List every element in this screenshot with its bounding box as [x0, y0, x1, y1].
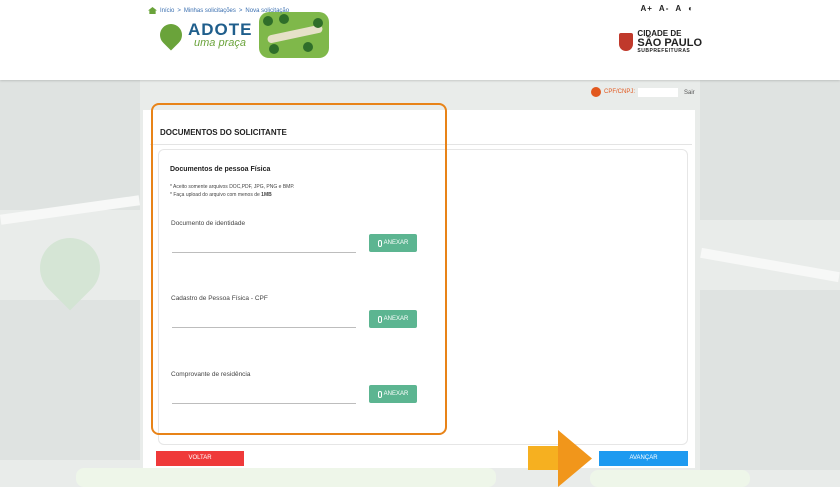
city-shield-icon [619, 33, 634, 51]
attach-residence-button[interactable]: ANEXAR [369, 385, 417, 403]
paperclip-icon [377, 390, 382, 398]
section-divider [150, 144, 692, 145]
cpf-document-field[interactable] [172, 327, 356, 328]
font-decrease-button[interactable]: A- [659, 4, 669, 13]
attach-cpf-button[interactable]: ANEXAR [369, 310, 417, 328]
identity-document-field[interactable] [172, 252, 356, 253]
residence-proof-label: Comprovante de residência [171, 371, 251, 378]
paperclip-icon [377, 315, 382, 323]
next-button[interactable]: AVANÇAR [599, 451, 688, 466]
documents-subtitle: Documentos de pessoa Física [170, 166, 271, 173]
identity-document-label: Documento de identidade [171, 220, 246, 227]
font-increase-button[interactable]: A+ [640, 4, 652, 13]
contrast-toggle-button[interactable]: ◐ [688, 4, 694, 13]
accessibility-controls: A+ A- A ◐ [640, 4, 694, 13]
user-cpf: CPF/CNPJ: [591, 87, 679, 97]
cpf-document-label: Cadastro de Pessoa Física - CPF [171, 295, 268, 302]
logo-subtitle: uma praça [194, 37, 246, 49]
residence-proof-field[interactable] [172, 403, 356, 404]
pointer-arrow-icon [528, 430, 592, 487]
user-lock-icon [591, 87, 601, 97]
breadcrumb-my-requests[interactable]: Minhas solicitações [184, 8, 236, 14]
section-title: DOCUMENTOS DO SOLICITANTE [160, 128, 287, 137]
breadcrumb-home[interactable]: Início [160, 8, 174, 14]
attach-identity-button[interactable]: ANEXAR [369, 234, 417, 252]
breadcrumb: Início > Minhas solicitações > Nova soli… [148, 7, 289, 14]
back-button[interactable]: VOLTAR [156, 451, 244, 466]
logo-title: ADOTE [188, 20, 253, 39]
park-illustration [258, 12, 329, 58]
cpf-field[interactable] [638, 87, 679, 97]
heart-icon [155, 19, 187, 51]
breadcrumb-new-request: Nova solicitação [245, 7, 290, 14]
file-size-note: * Faça upload do arquivo com menos de 1M… [170, 192, 272, 198]
site-header: A+ A- A ◐ ADOTE uma praça CIDADE DE SÃO … [0, 0, 840, 80]
adote-logo[interactable]: ADOTE uma praça [155, 12, 329, 58]
city-logo: CIDADE DE SÃO PAULO SUBPREFEITURAS [619, 30, 702, 54]
breadcrumb-bar [0, 80, 840, 104]
file-types-note: * Aceito somente arquivos DOC,PDF, JPG, … [170, 184, 295, 190]
paperclip-icon [377, 239, 382, 247]
logout-link[interactable]: Sair [684, 90, 695, 96]
home-icon[interactable] [148, 7, 157, 14]
font-reset-button[interactable]: A [675, 4, 682, 13]
